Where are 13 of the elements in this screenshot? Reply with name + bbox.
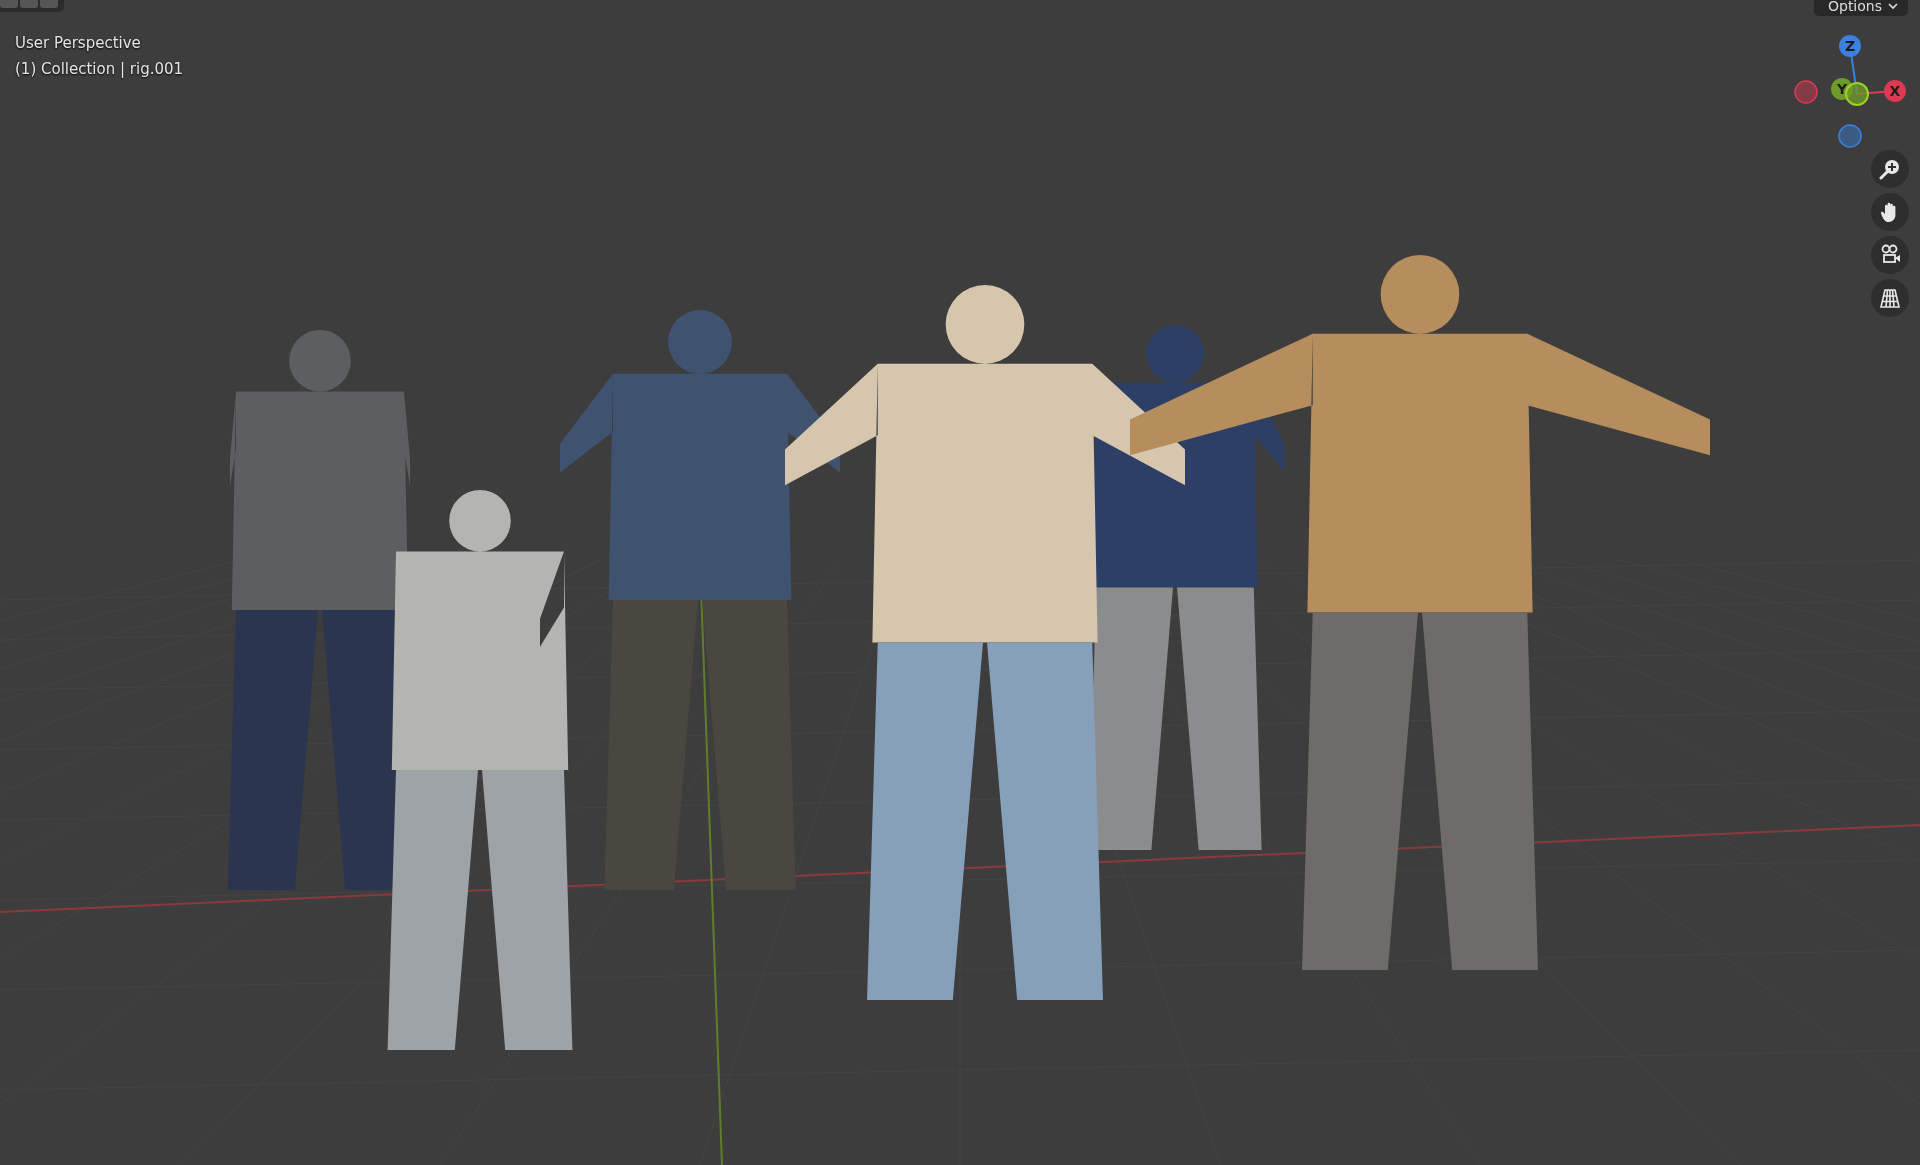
- camera-icon: [1879, 244, 1901, 266]
- axis-handle[interactable]: X: [1884, 80, 1906, 102]
- chevron-down-icon: [1888, 2, 1898, 10]
- navigation-gizmo[interactable]: Z Y X: [1780, 30, 1920, 160]
- 3d-viewport[interactable]: Options User Perspective (1) Collection | rig.001 Z Y X: [0, 0, 1920, 1165]
- options-dropdown[interactable]: Options: [1813, 0, 1908, 16]
- grid-icon: [1879, 287, 1901, 309]
- axis-handle[interactable]: Z: [1839, 35, 1861, 57]
- view-title: User Perspective: [15, 33, 142, 53]
- axis-handle[interactable]: [1838, 124, 1862, 148]
- zoom-in-icon: [1879, 158, 1901, 180]
- axis-handle[interactable]: [1794, 80, 1818, 104]
- collection-label: (1) Collection | rig.001: [15, 59, 184, 79]
